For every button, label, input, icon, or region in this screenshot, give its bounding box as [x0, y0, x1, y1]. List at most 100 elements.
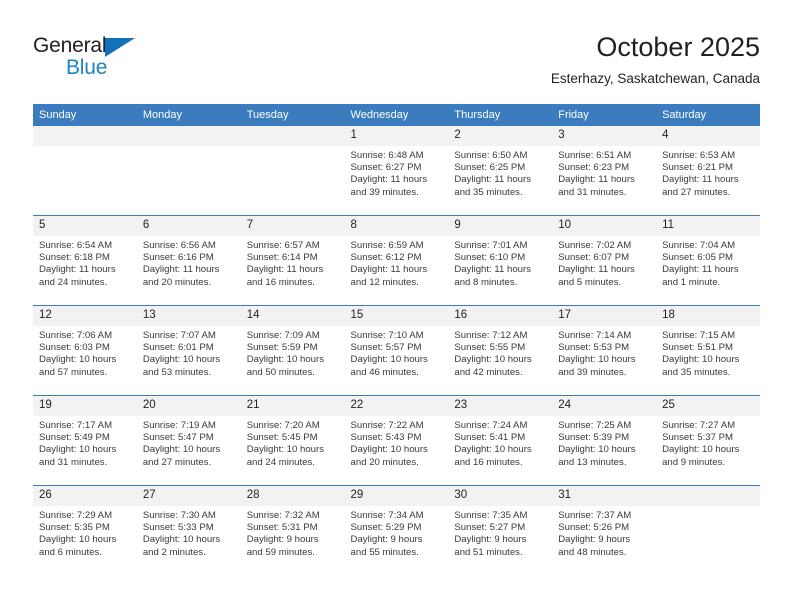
daylight-duration-line2: and 27 minutes.	[142, 456, 212, 468]
day-number: 10	[552, 216, 657, 236]
day-details: Sunrise: 6:54 AM Sunset: 6:18 PM Daylight:…	[33, 236, 137, 289]
sunset-time: Sunset: 5:47 PM	[142, 432, 214, 444]
day-cell[interactable]: 28 Sunrise: 7:32 AM Sunset: 5:31 PM Dayligh…	[240, 486, 345, 575]
weekday-header-tuesday: Tuesday	[240, 104, 345, 126]
day-cell[interactable]: 15 Sunrise: 7:10 AM Sunset: 5:57 PM Dayligh…	[344, 306, 449, 395]
day-cell[interactable]: 24 Sunrise: 7:25 AM Sunset: 5:39 PM Dayligh…	[552, 396, 657, 485]
daylight-duration-line1: Daylight: 11 hours	[662, 264, 739, 276]
daylight-duration-line1: Daylight: 10 hours	[558, 354, 636, 366]
day-cell[interactable]: 17 Sunrise: 7:14 AM Sunset: 5:53 PM Dayligh…	[552, 306, 657, 395]
daylight-duration-line1: Daylight: 10 hours	[39, 444, 117, 456]
day-cell[interactable]: 6 Sunrise: 6:56 AM Sunset: 6:16 PM Daylight…	[136, 216, 241, 305]
sunset-time: Sunset: 5:27 PM	[454, 522, 526, 534]
daylight-duration-line1: Daylight: 10 hours	[246, 354, 325, 366]
daylight-duration-line2: and 8 minutes.	[454, 276, 518, 288]
day-details: Sunrise: 7:32 AM Sunset: 5:31 PM Daylight:…	[241, 506, 345, 559]
day-cell[interactable]: 11 Sunrise: 7:04 AM Sunset: 6:05 PM Dayligh…	[656, 216, 760, 305]
day-cell[interactable]: 20 Sunrise: 7:19 AM Sunset: 5:47 PM Dayligh…	[136, 396, 241, 485]
day-cell[interactable]: 7 Sunrise: 6:57 AM Sunset: 6:14 PM Daylight…	[240, 216, 345, 305]
sunrise-sunset-calendar: Sunday Monday Tuesday Wednesday Thursday Frid…	[33, 104, 760, 575]
day-cell[interactable]: 25 Sunrise: 7:27 AM Sunset: 5:37 PM Dayligh…	[656, 396, 760, 485]
sunset-time: Sunset: 5:49 PM	[39, 432, 110, 444]
sunrise-time: Sunrise: 7:34 AM	[350, 510, 424, 521]
calendar-cell: 9 Sunrise: 7:01 AM Sunset: 6:10 PM Daylight…	[448, 215, 553, 306]
day-details: Sunrise: 7:29 AM Sunset: 5:35 PM Daylight:…	[33, 506, 137, 559]
calendar-cell: 14 Sunrise: 7:09 AM Sunset: 5:59 PM Dayligh…	[240, 305, 345, 396]
sunrise-time: Sunrise: 7:12 AM	[454, 330, 528, 341]
sunrise-time: Sunrise: 6:53 AM	[662, 150, 736, 161]
calendar-page: General Blue October 2025 Esterhazy, Sas…	[0, 0, 792, 612]
sunset-time: Sunset: 6:03 PM	[39, 342, 110, 354]
day-cell[interactable]: 27 Sunrise: 7:30 AM Sunset: 5:33 PM Dayligh…	[136, 486, 241, 575]
day-details: Sunrise: 6:53 AM Sunset: 6:21 PM Daylight:…	[656, 146, 760, 199]
day-number: 8	[344, 216, 449, 236]
day-cell[interactable]: 16 Sunrise: 7:12 AM Sunset: 5:55 PM Dayligh…	[448, 306, 553, 395]
day-cell[interactable]: 23 Sunrise: 7:24 AM Sunset: 5:41 PM Dayligh…	[448, 396, 553, 485]
day-cell[interactable]: 21 Sunrise: 7:20 AM Sunset: 5:45 PM Dayligh…	[240, 396, 345, 485]
calendar-cell: 31 Sunrise: 7:37 AM Sunset: 5:26 PM Dayligh…	[552, 485, 657, 575]
sunset-time: Sunset: 6:21 PM	[662, 162, 733, 174]
day-cell[interactable]: 10 Sunrise: 7:02 AM Sunset: 6:07 PM Dayligh…	[552, 216, 657, 305]
day-cell[interactable]: 19 Sunrise: 7:17 AM Sunset: 5:49 PM Dayligh…	[33, 396, 137, 485]
sunset-time: Sunset: 5:29 PM	[350, 522, 422, 534]
day-cell[interactable]: 13 Sunrise: 7:07 AM Sunset: 6:01 PM Dayligh…	[136, 306, 241, 395]
day-number: 15	[344, 306, 449, 326]
day-details: Sunrise: 7:34 AM Sunset: 5:29 PM Daylight:…	[345, 506, 449, 559]
day-cell[interactable]: 31 Sunrise: 7:37 AM Sunset: 5:26 PM Dayligh…	[552, 486, 657, 575]
daylight-duration-line1: Daylight: 10 hours	[142, 444, 221, 456]
daylight-duration-line1: Daylight: 9 hours	[246, 534, 319, 546]
day-cell[interactable]: 4 Sunrise: 6:53 AM Sunset: 6:21 PM Daylight…	[656, 126, 760, 215]
day-number: 6	[136, 216, 241, 236]
day-details: Sunrise: 7:14 AM Sunset: 5:53 PM Daylight:…	[552, 326, 656, 379]
general-blue-logo: General Blue	[33, 34, 148, 80]
day-cell[interactable]: 5 Sunrise: 6:54 AM Sunset: 6:18 PM Daylight…	[33, 216, 137, 305]
day-cell[interactable]: 26 Sunrise: 7:29 AM Sunset: 5:35 PM Dayligh…	[33, 486, 137, 575]
day-cell[interactable]: 12 Sunrise: 7:06 AM Sunset: 6:03 PM Dayligh…	[33, 306, 137, 395]
day-number: 29	[344, 486, 449, 506]
sunrise-time: Sunrise: 7:06 AM	[39, 330, 113, 341]
day-cell-empty	[33, 126, 137, 215]
day-cell[interactable]: 2 Sunrise: 6:50 AM Sunset: 6:25 PM Daylight…	[448, 126, 553, 215]
logo-text-blue: Blue	[66, 56, 108, 79]
day-cell[interactable]: 1 Sunrise: 6:48 AM Sunset: 6:27 PM Daylight…	[344, 126, 449, 215]
daylight-duration-line1: Daylight: 10 hours	[454, 354, 532, 366]
daylight-duration-line2: and 6 minutes.	[39, 546, 102, 558]
calendar-cell: 15 Sunrise: 7:10 AM Sunset: 5:57 PM Dayligh…	[344, 305, 449, 396]
daylight-duration-line1: Daylight: 10 hours	[246, 444, 325, 456]
day-cell[interactable]: 14 Sunrise: 7:09 AM Sunset: 5:59 PM Dayligh…	[240, 306, 345, 395]
calendar-cell	[656, 485, 760, 575]
day-number: 18	[656, 306, 760, 326]
day-details: Sunrise: 6:57 AM Sunset: 6:14 PM Daylight:…	[241, 236, 345, 289]
sunset-time: Sunset: 5:26 PM	[558, 522, 630, 534]
sunset-time: Sunset: 6:18 PM	[39, 252, 110, 264]
day-cell[interactable]: 9 Sunrise: 7:01 AM Sunset: 6:10 PM Daylight…	[448, 216, 553, 305]
sunrise-time: Sunrise: 6:56 AM	[142, 240, 216, 251]
daylight-duration-line2: and 48 minutes.	[558, 546, 627, 558]
sunset-time: Sunset: 6:25 PM	[454, 162, 526, 174]
daylight-duration-line2: and 53 minutes.	[142, 366, 212, 378]
daylight-duration-line1: Daylight: 10 hours	[662, 444, 740, 456]
daylight-duration-line2: and 59 minutes.	[246, 546, 315, 558]
day-cell[interactable]: 29 Sunrise: 7:34 AM Sunset: 5:29 PM Dayligh…	[344, 486, 449, 575]
daylight-duration-line1: Daylight: 10 hours	[454, 444, 532, 456]
day-cell[interactable]: 8 Sunrise: 6:59 AM Sunset: 6:12 PM Daylight…	[344, 216, 449, 305]
day-cell[interactable]: 30 Sunrise: 7:35 AM Sunset: 5:27 PM Dayligh…	[448, 486, 553, 575]
calendar-cell: 27 Sunrise: 7:30 AM Sunset: 5:33 PM Dayligh…	[136, 485, 241, 575]
sunrise-time: Sunrise: 6:50 AM	[454, 150, 528, 161]
sunrise-time: Sunrise: 7:35 AM	[454, 510, 528, 521]
daylight-duration-line1: Daylight: 11 hours	[142, 264, 220, 276]
daylight-duration-line2: and 24 minutes.	[246, 456, 315, 468]
daylight-duration-line1: Daylight: 11 hours	[350, 174, 428, 186]
sunset-time: Sunset: 5:35 PM	[39, 522, 110, 534]
daylight-duration-line1: Daylight: 11 hours	[558, 264, 635, 276]
day-details: Sunrise: 7:27 AM Sunset: 5:37 PM Daylight:…	[656, 416, 760, 469]
day-number: 23	[448, 396, 553, 416]
sunrise-time: Sunrise: 7:02 AM	[558, 240, 632, 251]
daylight-duration-line1: Daylight: 10 hours	[39, 354, 117, 366]
calendar-cell: 3 Sunrise: 6:51 AM Sunset: 6:23 PM Daylight…	[552, 126, 657, 216]
day-cell[interactable]: 3 Sunrise: 6:51 AM Sunset: 6:23 PM Daylight…	[552, 126, 657, 215]
day-number	[240, 126, 345, 146]
day-number: 20	[136, 396, 241, 416]
day-cell[interactable]: 22 Sunrise: 7:22 AM Sunset: 5:43 PM Dayligh…	[344, 396, 449, 485]
day-cell[interactable]: 18 Sunrise: 7:15 AM Sunset: 5:51 PM Dayligh…	[656, 306, 760, 395]
